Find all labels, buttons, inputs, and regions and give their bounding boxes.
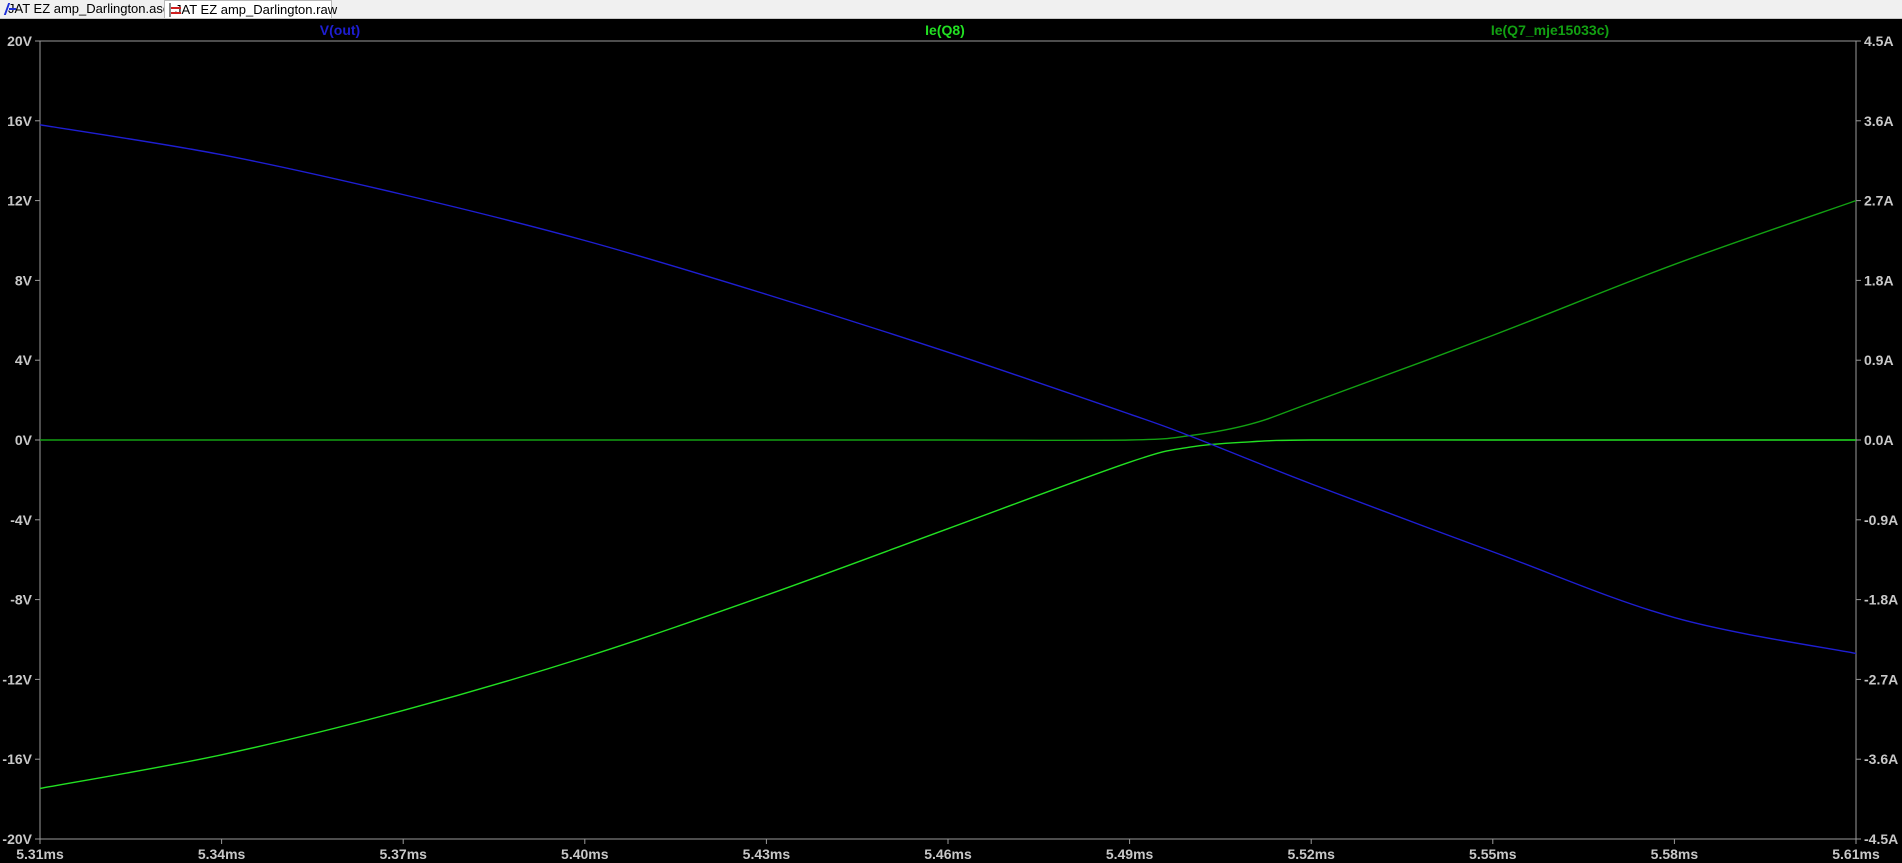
y-right-tick-label: 0.0A (1864, 432, 1894, 448)
x-tick-label: 5.31ms (16, 846, 64, 862)
x-tick-label: 5.61ms (1832, 846, 1880, 862)
y-left-tick-label: 0V (15, 432, 33, 448)
legend-ie-q8[interactable]: Ie(Q8) (925, 22, 965, 38)
legend-vout[interactable]: V(out) (320, 22, 360, 38)
y-right-tick-label: -2.7A (1864, 671, 1898, 687)
y-left-tick-label: -20V (2, 831, 32, 847)
y-left-tick-label: -12V (2, 671, 32, 687)
y-right-tick-label: 4.5A (1864, 33, 1894, 49)
x-tick-label: 5.37ms (379, 846, 427, 862)
x-tick-label: 5.58ms (1651, 846, 1699, 862)
y-left-tick-label: 4V (15, 352, 33, 368)
tab-schematic[interactable]: JAT EZ amp_Darlington.asc (0, 0, 169, 17)
y-left-tick-label: 12V (7, 193, 33, 209)
x-tick-label: 5.52ms (1287, 846, 1335, 862)
plot-background (0, 19, 1902, 863)
tab-waveform-label: JAT EZ amp_Darlington.raw (175, 2, 338, 17)
y-left-tick-label: 20V (7, 33, 33, 49)
waveform-icon (169, 2, 181, 17)
y-right-tick-label: -0.9A (1864, 512, 1898, 528)
y-right-tick-label: 0.9A (1864, 352, 1894, 368)
x-tick-label: 5.55ms (1469, 846, 1517, 862)
y-left-tick-label: 16V (7, 113, 33, 129)
tab-schematic-label: JAT EZ amp_Darlington.asc (8, 1, 170, 16)
x-tick-label: 5.49ms (1106, 846, 1154, 862)
legend-ie-q7[interactable]: Ie(Q7_mje15033c) (1491, 22, 1609, 38)
y-right-tick-label: -4.5A (1864, 831, 1898, 847)
waveform-plot[interactable]: 5.31ms 5.34ms 5.37ms 5.40ms 5.43ms 5.46ms 5.49… (0, 19, 1902, 863)
tab-waveform[interactable]: JAT EZ amp_Darlington.raw (164, 0, 337, 18)
document-tab-bar: JAT EZ amp_Darlington.asc JAT EZ amp_Dar… (0, 0, 1902, 19)
y-right-tick-label: -3.6A (1864, 751, 1898, 767)
x-tick-label: 5.43ms (743, 846, 791, 862)
y-left-tick-label: -8V (10, 592, 32, 608)
y-left-tick-label: -16V (2, 751, 32, 767)
x-tick-label: 5.34ms (198, 846, 246, 862)
y-right-tick-label: 3.6A (1864, 113, 1894, 129)
y-left-tick-label: 8V (15, 272, 33, 288)
x-tick-label: 5.46ms (924, 846, 972, 862)
x-tick-label: 5.40ms (561, 846, 609, 862)
y-right-tick-label: -1.8A (1864, 592, 1898, 608)
y-left-tick-label: -4V (10, 512, 32, 528)
y-right-tick-label: 2.7A (1864, 193, 1894, 209)
y-right-tick-label: 1.8A (1864, 272, 1894, 288)
